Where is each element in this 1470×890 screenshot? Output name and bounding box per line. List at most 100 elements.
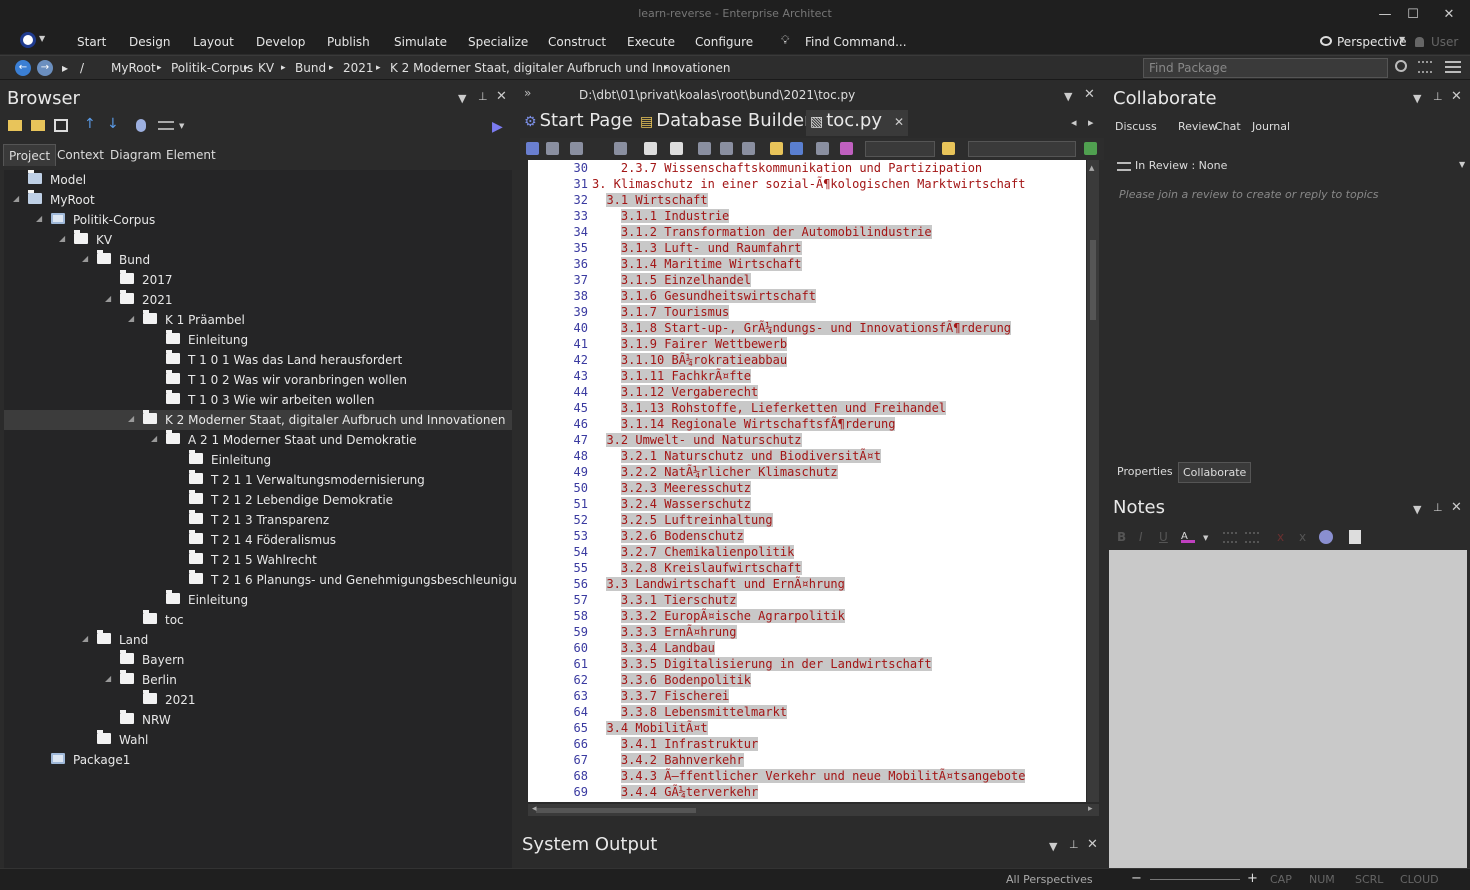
expand-arrow-icon[interactable]: ◢ <box>82 254 88 263</box>
back-icon[interactable]: ← <box>15 60 31 76</box>
breadcrumb-item[interactable]: / <box>80 61 84 75</box>
tree-item[interactable]: Einleitung <box>4 330 512 350</box>
collab-tab-chat[interactable]: Chat <box>1215 120 1241 133</box>
browser-tab-diagram[interactable]: Diagram <box>105 144 167 166</box>
tree-item[interactable]: Model <box>4 170 512 190</box>
tree-item[interactable]: ◢ K 1 Präambel <box>4 310 512 330</box>
tree-item[interactable]: Bayern <box>4 650 512 670</box>
zoom-slider[interactable] <box>1150 879 1240 880</box>
search-icon[interactable] <box>1395 60 1407 72</box>
project-tree[interactable]: Model ◢ MyRoot ◢ Politik-Corpus ◢ KV ◢ Bund 2017 ◢… <box>4 170 532 868</box>
tree-item[interactable]: T 1 0 3 Wie wir arbeiten wollen <box>4 390 512 410</box>
collab-tab-journal[interactable]: Journal <box>1252 120 1290 133</box>
tree-item[interactable]: ◢ MyRoot <box>4 190 512 210</box>
document-icon[interactable] <box>1349 530 1361 544</box>
toolbar-icon-7[interactable] <box>698 142 711 155</box>
bullet-list-icon[interactable] <box>1223 532 1237 543</box>
tree-item[interactable]: 2017 <box>4 270 512 290</box>
tree-item[interactable]: T 2 1 3 Transparenz <box>4 510 512 530</box>
collab-close-icon[interactable]: ✕ <box>1451 89 1462 104</box>
close-editor-icon[interactable]: ✕ <box>1084 87 1095 102</box>
breadcrumb-item[interactable]: 2021 <box>343 61 374 75</box>
tree-item[interactable]: Einleitung <box>4 450 512 470</box>
expand-arrow-icon[interactable]: ◢ <box>59 234 65 243</box>
close-icon[interactable]: ✕ <box>496 89 507 104</box>
breadcrumb-item[interactable]: K 2 Moderner Staat, digitaler Aufbruch u… <box>390 61 730 75</box>
bold-icon[interactable]: B <box>1117 530 1126 544</box>
vertical-scrollbar[interactable]: ▲ <box>1087 160 1099 802</box>
close-button[interactable]: ✕ <box>1438 6 1460 24</box>
perspective-button[interactable]: Perspective <box>1337 35 1407 49</box>
tree-item[interactable]: T 2 1 5 Wahlrecht <box>4 550 512 570</box>
menu-layout[interactable]: Layout <box>193 35 234 49</box>
collab-tab-review[interactable]: Review <box>1178 120 1217 133</box>
toolbar-icon-12[interactable] <box>816 142 829 155</box>
expand-arrow-icon[interactable]: ◢ <box>105 294 111 303</box>
options-icon[interactable] <box>158 121 174 130</box>
notes-close-icon[interactable]: ✕ <box>1451 500 1462 515</box>
forward-icon[interactable]: → <box>37 60 53 76</box>
horizontal-scrollbar[interactable]: ◂ ▸ <box>528 804 1099 816</box>
pin-icon[interactable]: ⊥ <box>478 90 488 103</box>
tree-item[interactable]: toc <box>4 610 512 630</box>
browser-tab-project[interactable]: Project <box>3 144 57 166</box>
underline-icon[interactable]: U <box>1159 530 1168 544</box>
superscript-icon[interactable]: x <box>1299 530 1306 544</box>
toolbar-icon-10[interactable] <box>770 142 783 155</box>
perspective-chevron-icon[interactable]: ▼ <box>1399 35 1405 44</box>
tree-item[interactable]: ◢ Bund <box>4 250 512 270</box>
toolbar-icon-1[interactable] <box>526 142 539 155</box>
review-dropdown-icon[interactable]: ▼ <box>1459 160 1465 169</box>
tab-prev-icon[interactable]: ◂ <box>1071 116 1077 129</box>
sysout-dropdown-icon[interactable]: ▼ <box>1049 840 1057 853</box>
tree-item[interactable]: Package1 <box>4 750 512 770</box>
subscript-icon[interactable]: x <box>1277 530 1284 544</box>
expand-arrow-icon[interactable]: ◢ <box>128 314 134 323</box>
perspectives-status[interactable]: All Perspectives <box>1006 873 1093 886</box>
toolbar-icon-15[interactable] <box>1084 142 1097 155</box>
font-color-icon[interactable]: A <box>1181 531 1195 543</box>
collab-tab-discuss[interactable]: Discuss <box>1115 120 1157 133</box>
tree-item[interactable]: ◢ Land <box>4 630 512 650</box>
sysout-close-icon[interactable]: ✕ <box>1087 837 1098 852</box>
collab-dropdown-icon[interactable]: ▼ <box>1413 92 1421 105</box>
new-diagram-icon[interactable] <box>54 119 68 132</box>
path-dropdown-icon[interactable]: ▼ <box>1064 90 1072 103</box>
doc-tab[interactable]: ⚙ Start Page <box>520 110 637 136</box>
expand-right-icon[interactable]: ▶ <box>492 119 503 135</box>
menu-specialize[interactable]: Specialize <box>468 35 528 49</box>
font-color-chevron-icon[interactable]: ▼ <box>1203 534 1208 542</box>
menu-construct[interactable]: Construct <box>548 35 606 49</box>
toolbar-icon-5[interactable] <box>644 142 657 155</box>
tree-item[interactable]: ◢ 2021 <box>4 290 512 310</box>
italic-icon[interactable]: I <box>1139 530 1143 544</box>
app-menu-chevron-icon[interactable]: ▼ <box>39 34 45 43</box>
tree-item[interactable]: NRW <box>4 710 512 730</box>
tab-close-icon[interactable]: ✕ <box>894 115 904 129</box>
expand-arrow-icon[interactable]: ◢ <box>36 214 42 223</box>
toolbar-icon-6[interactable] <box>670 142 683 155</box>
minimize-button[interactable]: — <box>1374 6 1396 24</box>
breadcrumb-item[interactable]: MyRoot <box>111 61 156 75</box>
tree-item[interactable]: Einleitung <box>4 590 512 610</box>
menu-configure[interactable]: Configure <box>695 35 753 49</box>
move-down-icon[interactable]: ↓ <box>107 116 119 132</box>
collab-bottom-tab-collaborate[interactable]: Collaborate <box>1178 462 1252 483</box>
tree-item[interactable]: ◢ K 2 Moderner Staat, digitaler Aufbruch … <box>4 410 512 430</box>
tree-item[interactable]: T 2 1 1 Verwaltungsmodernisierung <box>4 470 512 490</box>
menu-design[interactable]: Design <box>129 35 170 49</box>
numbered-list-icon[interactable] <box>1245 532 1259 543</box>
breadcrumb-item[interactable]: Bund <box>295 61 326 75</box>
browser-tab-element[interactable]: Element <box>161 144 221 166</box>
expand-arrow-icon[interactable]: ◢ <box>82 634 88 643</box>
code-area[interactable]: 30 2.3.7 Wissenschaftskommunikation und … <box>528 160 1086 802</box>
toolbar-icon-8[interactable] <box>720 142 733 155</box>
toolbar-icon-4[interactable] <box>614 142 627 155</box>
menu-start[interactable]: Start <box>77 35 106 49</box>
tree-item[interactable]: T 2 1 4 Föderalismus <box>4 530 512 550</box>
tree-item[interactable]: 2021 <box>4 690 512 710</box>
toolbar-icon-2[interactable] <box>546 142 559 155</box>
grid-icon[interactable] <box>1418 61 1432 73</box>
doc-tab[interactable]: ▤ Database Builder <box>636 110 816 136</box>
double-chevron-icon[interactable]: » <box>524 86 531 100</box>
